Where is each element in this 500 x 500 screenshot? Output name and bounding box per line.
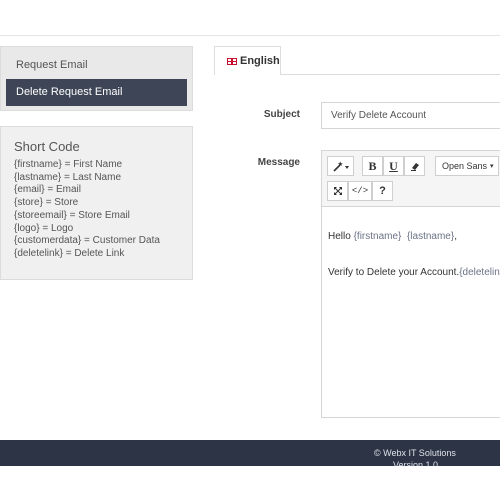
tab-divider: [281, 74, 500, 75]
uk-flag-icon: [227, 57, 237, 65]
editor-content[interactable]: Hello {firstname} {lastname}, Verify to …: [322, 207, 500, 280]
eraser-icon: [410, 163, 419, 171]
subject-label: Subject: [263, 109, 300, 120]
help-button[interactable]: ?: [372, 181, 393, 201]
sidebar-menu: Request Email Delete Request Email: [0, 46, 193, 111]
bold-button[interactable]: B: [362, 156, 383, 176]
short-code-logo: {logo} = Logo: [14, 222, 74, 234]
sidebar-item-delete-request-email[interactable]: Delete Request Email: [6, 79, 187, 106]
clear-format-button[interactable]: [404, 156, 425, 176]
fullscreen-icon: [333, 187, 342, 195]
firstname-token: {firstname}: [353, 231, 402, 242]
tab-english-label: English: [240, 55, 280, 67]
footer-version: Version 1.0: [393, 461, 439, 466]
verify-text: Verify to Delete your Account.: [328, 267, 460, 278]
short-code-store: {store} = Store: [14, 197, 79, 209]
code-view-button[interactable]: </>: [348, 181, 372, 201]
tab-english[interactable]: English: [214, 46, 281, 75]
caret-down-icon: ▾: [490, 163, 494, 170]
short-code-deletelink: {deletelink} = Delete Link: [14, 247, 125, 259]
editor-line-greeting: Hello {firstname} {lastname},: [328, 231, 500, 244]
short-code-panel: Short Code {firstname} = First Name {las…: [0, 126, 193, 280]
underline-button[interactable]: U: [383, 156, 404, 176]
header-divider: [0, 35, 500, 36]
short-code-email: {email} = Email: [14, 184, 81, 196]
magic-wand-icon: [332, 160, 349, 172]
greeting-comma: ,: [454, 231, 457, 242]
style-dropdown-button[interactable]: [327, 156, 354, 176]
lastname-token: {lastname}: [406, 231, 455, 242]
deletelink-token: {deletelink}: [459, 267, 500, 278]
font-family-dropdown[interactable]: Open Sans ▾: [435, 156, 499, 176]
footer: © Webx IT Solutions Version 1.0: [0, 440, 500, 466]
greeting-text: Hello: [328, 231, 354, 242]
short-code-lastname: {lastname} = Last Name: [14, 171, 122, 183]
editor-line-verify: Verify to Delete your Account.{deletelin…: [328, 267, 500, 280]
footer-copyright: © Webx IT Solutions: [374, 448, 456, 458]
short-code-firstname: {firstname} = First Name: [14, 159, 123, 170]
short-code-customerdata: {customerdata} = Customer Data: [14, 235, 160, 247]
font-family-label: Open Sans: [442, 161, 488, 171]
sidebar-item-request-email[interactable]: Request Email: [6, 52, 187, 79]
subject-input[interactable]: Verify Delete Account: [321, 102, 500, 129]
short-code-storeemail: {storeemail} = Store Email: [14, 209, 130, 221]
editor-toolbar: B U Open Sans ▾ </> ?: [322, 151, 500, 207]
message-editor: B U Open Sans ▾ </> ? Hello {firstname} …: [321, 150, 500, 418]
fullscreen-button[interactable]: [327, 181, 348, 201]
message-label: Message: [257, 157, 300, 168]
short-code-title: Short Code: [14, 139, 80, 154]
